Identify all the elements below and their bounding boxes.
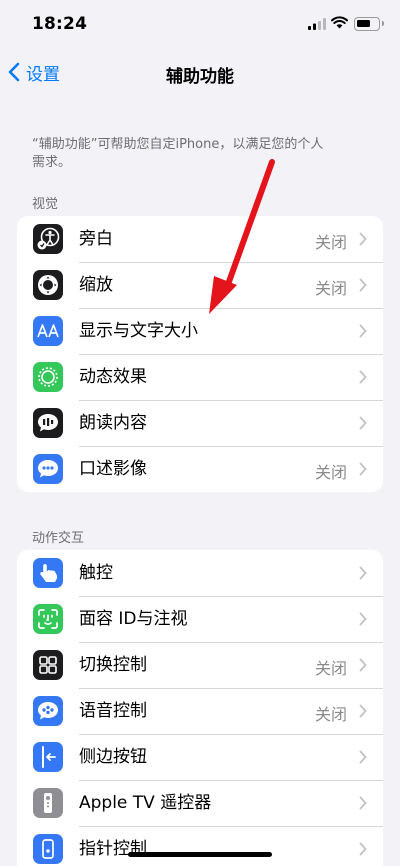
settings-group-interaction: 触控 面容 ID与注视 切换控制 关闭 语音控制 关闭 侧边按钮 Apple T… [17, 550, 383, 866]
row-label: 动态效果 [79, 367, 147, 387]
chevron-right-icon [359, 612, 367, 626]
page-title: 辅助功能 [166, 67, 234, 87]
pointer-control-icon [33, 834, 63, 864]
row-pointer-control[interactable]: 指针控制 [17, 826, 383, 866]
chevron-right-icon [359, 566, 367, 580]
row-value: 关闭 [314, 463, 347, 482]
navigation-bar: 设置 辅助功能 [0, 52, 400, 92]
status-time: 18:24 [32, 14, 88, 34]
row-label: 侧边按钮 [79, 747, 147, 767]
touch-icon [33, 558, 63, 588]
chevron-right-icon [359, 704, 367, 718]
voice-control-icon [33, 696, 63, 726]
face-id-icon [33, 604, 63, 634]
row-value: 关闭 [314, 279, 347, 298]
row-motion[interactable]: 动态效果 [17, 354, 383, 400]
audio-description-icon [33, 454, 63, 484]
row-label: 面容 ID与注视 [79, 609, 188, 629]
cellular-signal-icon [308, 18, 326, 30]
row-switch-control[interactable]: 切换控制 关闭 [17, 642, 383, 688]
row-display-text-size[interactable]: 显示与文字大小 [17, 308, 383, 354]
row-label: 缩放 [79, 275, 113, 295]
row-label: Apple TV 遥控器 [79, 793, 212, 813]
section-header-vision: 视觉 [32, 197, 59, 212]
status-bar: 18:24 [0, 0, 400, 50]
row-audio-descriptions[interactable]: 口述影像 关闭 [17, 446, 383, 492]
row-label: 旁白 [79, 229, 113, 249]
intro-description: “辅助功能”可帮助您自定iPhone，以满足您的个人需求。 [32, 137, 324, 170]
switch-control-icon [33, 650, 63, 680]
text-size-icon [33, 316, 63, 346]
chevron-right-icon [359, 750, 367, 764]
wifi-icon [331, 16, 348, 29]
chevron-right-icon [359, 796, 367, 810]
row-voice-control[interactable]: 语音控制 关闭 [17, 688, 383, 734]
row-label: 触控 [79, 563, 113, 583]
chevron-right-icon [359, 370, 367, 384]
motion-icon [33, 362, 63, 392]
chevron-right-icon [359, 842, 367, 856]
row-label: 朗读内容 [79, 413, 147, 433]
row-label: 语音控制 [79, 701, 147, 721]
settings-group-vision: 旁白 关闭 缩放 关闭 显示与文字大小 动态效果 朗读内容 口述影像 关闭 [17, 216, 383, 492]
side-button-icon [33, 742, 63, 772]
chevron-right-icon [359, 324, 367, 338]
row-value: 关闭 [314, 233, 347, 252]
row-label: 切换控制 [79, 655, 147, 675]
chevron-right-icon [359, 278, 367, 292]
row-value: 关闭 [314, 705, 347, 724]
row-apple-tv-remote[interactable]: Apple TV 遥控器 [17, 780, 383, 826]
chevron-right-icon [359, 462, 367, 476]
row-face-id-attention[interactable]: 面容 ID与注视 [17, 596, 383, 642]
chevron-right-icon [359, 232, 367, 246]
section-header-interaction: 动作交互 [32, 531, 85, 546]
speech-icon [33, 408, 63, 438]
row-voiceover[interactable]: 旁白 关闭 [17, 216, 383, 262]
chevron-right-icon [359, 658, 367, 672]
voiceover-icon [33, 224, 63, 254]
row-spoken-content[interactable]: 朗读内容 [17, 400, 383, 446]
remote-icon [33, 788, 63, 818]
row-zoom[interactable]: 缩放 关闭 [17, 262, 383, 308]
chevron-right-icon [359, 416, 367, 430]
row-side-button[interactable]: 侧边按钮 [17, 734, 383, 780]
row-touch[interactable]: 触控 [17, 550, 383, 596]
battery-icon [354, 17, 384, 31]
row-value: 关闭 [314, 659, 347, 678]
row-label: 口述影像 [79, 459, 147, 479]
home-indicator [128, 852, 272, 857]
row-label: 显示与文字大小 [79, 321, 198, 341]
zoom-icon [33, 270, 63, 300]
